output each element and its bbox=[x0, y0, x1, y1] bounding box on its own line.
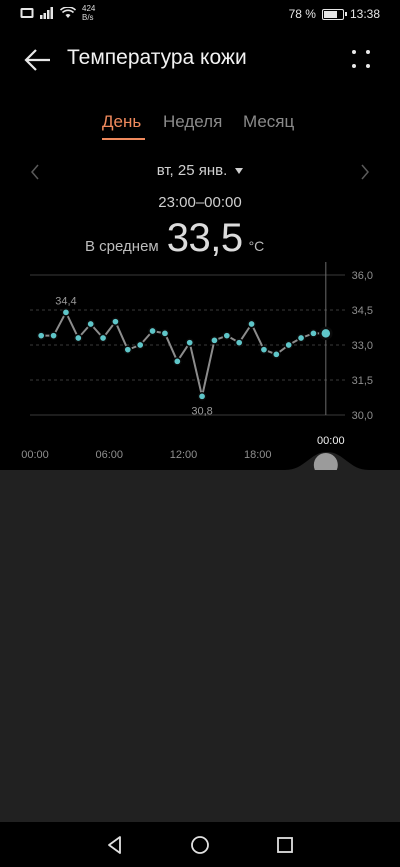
date-label: вт, 25 янв. bbox=[156, 162, 228, 179]
tab-active-underline bbox=[102, 138, 145, 140]
next-date-button[interactable] bbox=[354, 162, 374, 182]
data-point[interactable] bbox=[123, 345, 133, 355]
net-speed-value: 424 bbox=[82, 4, 96, 13]
data-point[interactable] bbox=[222, 331, 232, 341]
data-point[interactable] bbox=[160, 328, 170, 338]
average-label: В среднем bbox=[85, 238, 159, 255]
x-tick-label: 06:00 bbox=[95, 449, 123, 461]
skin-temperature-chart[interactable]: 36,0 34,5 33,0 31,5 30,0 34,4 30,8 00:00 06:00 12… bbox=[0, 262, 400, 482]
status-right: 78 % 13:38 bbox=[289, 7, 380, 21]
data-label: 34,4 bbox=[55, 295, 76, 307]
net-speed: 424 B/s bbox=[82, 4, 95, 22]
x-tick-label: 12:00 bbox=[170, 449, 198, 461]
system-nav-bar bbox=[0, 822, 400, 867]
data-point[interactable] bbox=[296, 333, 306, 343]
arrow-left-icon bbox=[24, 49, 50, 71]
battery-fill bbox=[323, 10, 338, 18]
data-point[interactable] bbox=[61, 307, 71, 317]
x-tick-label: 00:00 bbox=[21, 449, 49, 461]
data-point[interactable] bbox=[36, 331, 46, 341]
data-point[interactable] bbox=[259, 345, 269, 355]
data-point[interactable] bbox=[309, 328, 318, 338]
y-tick-label: 31,5 bbox=[352, 375, 373, 387]
chevron-left-icon bbox=[31, 164, 39, 180]
temperature-unit: °C bbox=[248, 238, 265, 254]
data-point[interactable] bbox=[271, 349, 281, 359]
y-tick-label: 34,5 bbox=[352, 305, 373, 317]
nav-back-button[interactable] bbox=[104, 834, 126, 856]
data-point[interactable] bbox=[98, 333, 108, 343]
volte-icon bbox=[20, 8, 34, 18]
circle-home-icon bbox=[191, 836, 209, 854]
data-point[interactable] bbox=[319, 326, 333, 341]
series-line bbox=[41, 311, 326, 398]
selected-time-range: 23:00–00:00 bbox=[158, 194, 242, 211]
tab-day[interactable]: День bbox=[102, 112, 141, 132]
bottom-panel bbox=[0, 470, 400, 822]
data-point[interactable] bbox=[185, 338, 195, 348]
data-point[interactable] bbox=[49, 331, 58, 341]
period-tabs: День Неделя Месяц bbox=[0, 108, 400, 148]
caret-down-icon bbox=[235, 168, 244, 175]
nav-recents-button[interactable] bbox=[274, 834, 296, 856]
square-recents-icon bbox=[277, 837, 293, 853]
status-bar: 424 B/s 78 % 13:38 bbox=[0, 0, 400, 30]
clock: 13:38 bbox=[349, 7, 380, 21]
battery-percent: 78 % bbox=[288, 7, 316, 21]
average-summary: В среднем 33,5 °C bbox=[85, 216, 264, 261]
data-point[interactable] bbox=[172, 356, 182, 366]
selected-time-label: 00:00 bbox=[317, 435, 345, 447]
back-button[interactable] bbox=[22, 45, 56, 75]
data-point[interactable] bbox=[86, 319, 96, 329]
page-title: Температура кожи bbox=[67, 46, 247, 69]
net-speed-unit: B/s bbox=[82, 13, 94, 22]
previous-date-button[interactable] bbox=[26, 162, 46, 182]
battery-icon bbox=[321, 8, 347, 20]
data-label: 30,8 bbox=[191, 405, 212, 417]
data-point[interactable] bbox=[148, 326, 157, 336]
triangle-back-icon bbox=[108, 836, 121, 854]
signal-icon bbox=[40, 7, 53, 19]
more-options-button[interactable] bbox=[348, 46, 374, 72]
wifi-icon bbox=[60, 7, 76, 18]
y-tick-label: 36,0 bbox=[352, 270, 373, 282]
x-tick-label: 18:00 bbox=[244, 449, 272, 461]
average-value: 33,5 bbox=[166, 216, 243, 260]
status-left: 424 B/s bbox=[20, 4, 95, 22]
data-point[interactable] bbox=[135, 340, 145, 350]
data-point[interactable] bbox=[284, 340, 294, 350]
data-point[interactable] bbox=[234, 338, 244, 348]
date-row: вт, 25 янв. bbox=[0, 160, 400, 184]
data-point[interactable] bbox=[73, 333, 83, 343]
data-point[interactable] bbox=[247, 319, 256, 329]
date-dropdown[interactable]: вт, 25 янв. bbox=[0, 162, 400, 179]
tab-week[interactable]: Неделя bbox=[163, 112, 222, 132]
dots-grid-icon bbox=[352, 50, 370, 68]
data-point[interactable] bbox=[197, 391, 207, 401]
app-bar: Температура кожи bbox=[0, 30, 400, 90]
data-point[interactable] bbox=[111, 317, 120, 327]
tab-month[interactable]: Месяц bbox=[243, 112, 294, 132]
chevron-right-icon bbox=[361, 164, 369, 180]
data-point[interactable] bbox=[210, 335, 219, 345]
y-tick-label: 33,0 bbox=[352, 340, 373, 352]
y-tick-label: 30,0 bbox=[352, 410, 373, 422]
nav-home-button[interactable] bbox=[189, 834, 211, 856]
